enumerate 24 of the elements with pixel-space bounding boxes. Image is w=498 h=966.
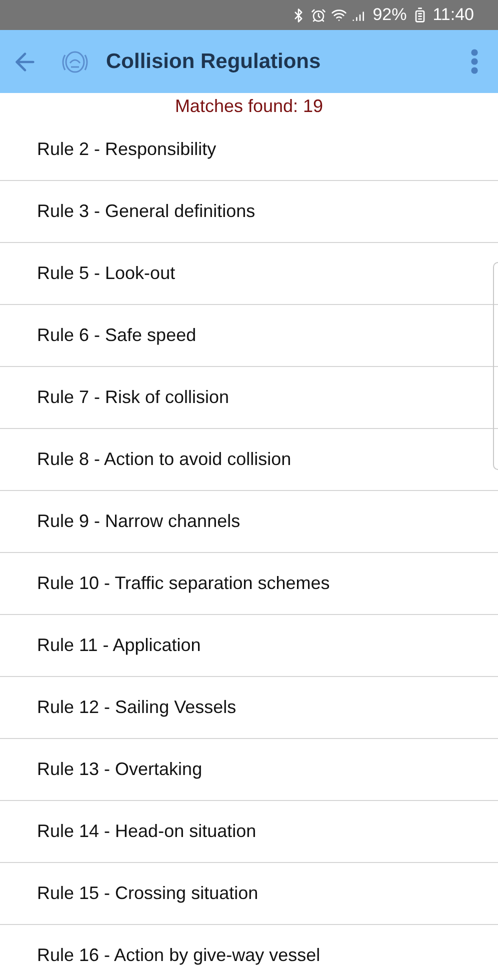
fast-scroll-handle[interactable] — [493, 262, 498, 470]
app-title: Collision Regulations — [106, 48, 321, 75]
rule-item[interactable]: Rule 14 - Head-on situation — [0, 801, 498, 863]
rule-item[interactable]: Rule 15 - Crossing situation — [0, 863, 498, 925]
rule-item[interactable]: Rule 6 - Safe speed — [0, 305, 498, 367]
rule-item[interactable]: Rule 8 - Action to avoid collision — [0, 429, 498, 491]
wifi-icon — [330, 7, 347, 23]
more-icon — [471, 49, 478, 74]
matches-count: Matches found: 19 — [174, 94, 324, 118]
rule-item[interactable]: Rule 10 - Traffic separation schemes — [0, 553, 498, 615]
clock-time: 11:40 — [432, 4, 474, 26]
rule-item[interactable]: Rule 12 - Sailing Vessels — [0, 677, 498, 739]
rule-item[interactable]: Rule 5 - Look-out — [0, 243, 498, 305]
rule-item[interactable]: Rule 2 - Responsibility — [0, 119, 498, 181]
rule-item[interactable]: Rule 13 - Overtaking — [0, 739, 498, 801]
rule-item[interactable]: Rule 7 - Risk of collision — [0, 367, 498, 429]
rule-item[interactable]: Rule 3 - General definitions — [0, 181, 498, 243]
battery-percent: 92% — [372, 4, 407, 26]
rule-item[interactable]: Rule 16 - Action by give-way vessel — [0, 925, 498, 966]
rule-item[interactable]: Rule 9 - Narrow channels — [0, 491, 498, 553]
alarm-icon — [310, 8, 326, 22]
emblem-icon — [60, 48, 90, 74]
more-options-button[interactable] — [471, 49, 478, 74]
rule-item[interactable]: Rule 11 - Application — [0, 615, 498, 677]
